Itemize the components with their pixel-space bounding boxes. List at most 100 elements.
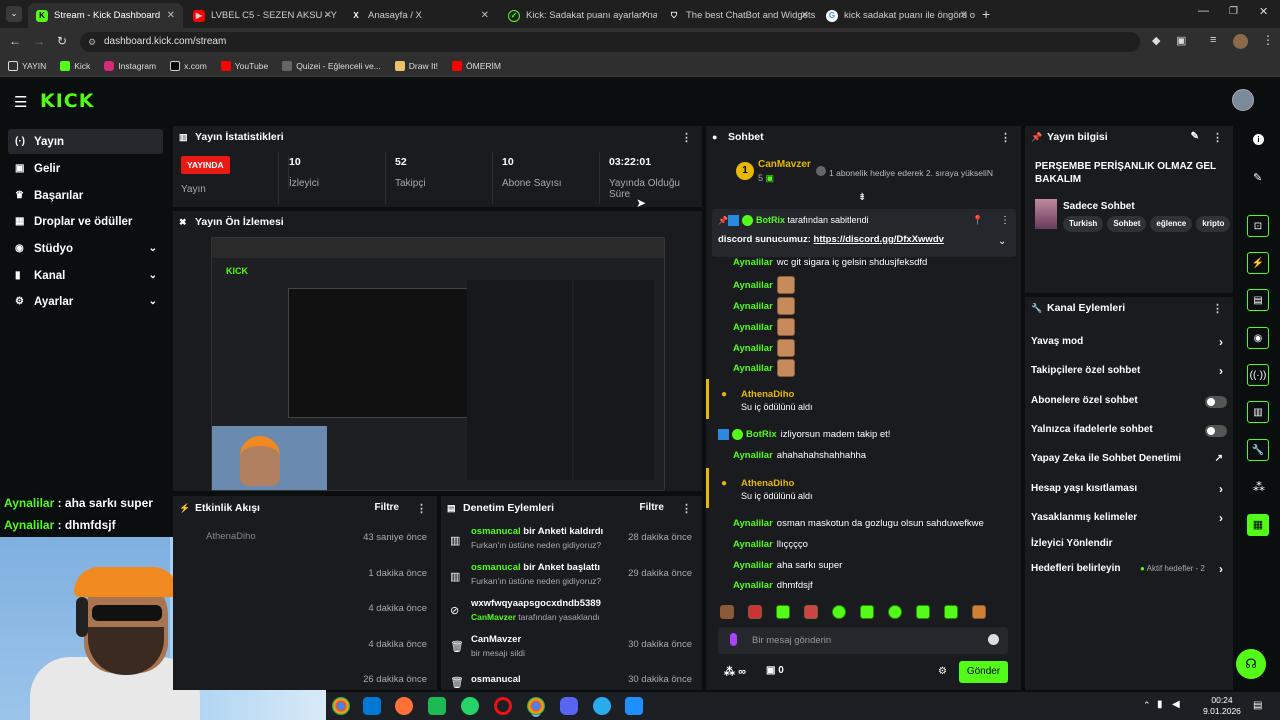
emoji-icon[interactable] xyxy=(988,634,999,645)
firefox-icon[interactable] xyxy=(395,697,413,715)
browser-menu-icon[interactable]: ⋮ xyxy=(1262,33,1274,47)
action-goals[interactable]: Hedefleri belirleyin ● Aktif hedefler - 2… xyxy=(1031,562,1227,576)
more-options-icon[interactable]: ⋮ xyxy=(416,502,427,515)
outlook-icon[interactable] xyxy=(363,697,381,715)
clock[interactable]: 00:24 9.01.2026 xyxy=(1203,695,1241,717)
chat-user[interactable]: Aynalilar xyxy=(718,301,773,312)
tag[interactable]: eğlence xyxy=(1150,216,1193,232)
media-control-icon[interactable]: ≡ xyxy=(1210,34,1216,46)
tray-chevron-icon[interactable]: ⌃ xyxy=(1143,700,1151,711)
user-avatar[interactable] xyxy=(1232,89,1254,111)
subs-only-toggle[interactable] xyxy=(1205,396,1227,408)
site-info-icon[interactable]: ⚙ xyxy=(88,32,96,52)
bookmark-drawit[interactable]: Draw It! xyxy=(394,61,438,71)
chat-user[interactable]: BotRix xyxy=(746,429,777,440)
tab-search-button[interactable]: ⌄ xyxy=(6,6,22,22)
close-tab-icon[interactable]: ✕ xyxy=(960,10,968,21)
restore-icon[interactable]: ❐ xyxy=(1229,6,1238,17)
chat-input[interactable]: Bir mesaj gönderin xyxy=(718,627,1008,654)
sidebar-item-basarilar[interactable]: ♛ Başarılar xyxy=(8,183,163,208)
sidebar-item-yayin[interactable]: (·) Yayın xyxy=(8,129,163,154)
bookmark-omerim[interactable]: ÖMERİM xyxy=(452,61,501,71)
more-options-icon[interactable]: ⋮ xyxy=(1212,302,1223,315)
more-options-icon[interactable]: ⋮ xyxy=(681,502,692,515)
points-icon[interactable]: ⁂ xyxy=(1253,480,1265,494)
close-tab-icon[interactable]: ✕ xyxy=(481,10,489,21)
whatsapp-icon[interactable] xyxy=(461,697,479,715)
more-options-icon[interactable]: ⋮ xyxy=(681,131,692,144)
reward-user[interactable]: AthenaDiho xyxy=(741,478,794,489)
telegram-icon[interactable] xyxy=(593,697,611,715)
edit-icon[interactable]: ✎ xyxy=(1253,171,1262,184)
chat-settings-icon[interactable]: ⚙ xyxy=(938,666,947,677)
send-button[interactable]: Gönder xyxy=(959,661,1008,683)
emote-icon[interactable] xyxy=(916,605,930,619)
broadcast-icon[interactable]: ((·)) xyxy=(1247,364,1269,386)
chevron-down-icon[interactable]: ⌄ xyxy=(998,236,1006,247)
add-widget-button[interactable]: ▦ xyxy=(1247,514,1269,536)
sidebar-item-gelir[interactable]: ▣ Gelir xyxy=(8,156,163,181)
action-ai-moderation[interactable]: Yapay Zeka ile Sohbet Denetimi ↗ xyxy=(1031,453,1227,464)
pinned-link[interactable]: https://discord.gg/DfxXwwdv xyxy=(814,234,944,245)
sidebar-item-kanal[interactable]: ▮ Kanal ⌄ xyxy=(8,263,163,288)
notification-icon[interactable]: ▤ xyxy=(1253,700,1262,711)
kick-logo[interactable]: KICK xyxy=(40,90,94,112)
chat-user[interactable]: Aynalilar xyxy=(718,450,773,461)
chat-bubble-icon[interactable]: ◉ xyxy=(1247,327,1269,349)
emote-icon[interactable] xyxy=(944,605,958,619)
action-slow-mode[interactable]: Yavaş mod › xyxy=(1031,335,1227,349)
collapse-icon[interactable]: ⇟ xyxy=(858,192,866,203)
filter-button[interactable]: Filtre xyxy=(375,502,399,513)
emote-icon[interactable] xyxy=(972,605,986,619)
layers-icon[interactable]: ▥ xyxy=(1247,401,1269,423)
tab-google[interactable]: Gkick sadakat puanı ile öngörü o ✕ xyxy=(818,3,976,28)
extensions-puzzle-icon[interactable]: ▣ xyxy=(1176,34,1186,47)
document-icon[interactable]: ▤ xyxy=(1247,289,1269,311)
close-tab-icon[interactable]: ✕ xyxy=(167,10,175,21)
more-options-icon[interactable]: ⋮ xyxy=(1000,131,1011,144)
support-button[interactable]: ☊ xyxy=(1236,649,1266,679)
chrome-active-icon[interactable] xyxy=(527,697,545,715)
sidebar-item-ayarlar[interactable]: ⚙ Ayarlar ⌄ xyxy=(8,289,163,314)
bookmark-x[interactable]: x.com xyxy=(170,61,207,71)
app-blue-icon[interactable] xyxy=(625,697,643,715)
minimize-icon[interactable]: — xyxy=(1198,5,1209,17)
sidebar-item-studyo[interactable]: ◉ Stüdyo ⌄ xyxy=(8,236,163,261)
bookmark-yayin[interactable]: YAYIN xyxy=(8,61,46,71)
new-tab-button[interactable]: + xyxy=(982,6,990,22)
close-tab-icon[interactable]: ✕ xyxy=(801,10,809,21)
chrome-icon[interactable] xyxy=(332,697,350,715)
clip-icon[interactable]: ⊡ xyxy=(1247,215,1269,237)
chat-user[interactable]: Aynalilar xyxy=(718,518,773,529)
channel-points[interactable]: ⁂ ∞ xyxy=(724,665,746,678)
close-tab-icon[interactable]: ✕ xyxy=(324,10,332,21)
chat-user[interactable]: Aynalilar xyxy=(718,539,773,550)
bookmark-instagram[interactable]: Instagram xyxy=(104,61,156,71)
edit-icon[interactable]: ✎ xyxy=(1191,131,1199,142)
chat-user[interactable]: Aynalilar xyxy=(718,257,773,268)
tab-x[interactable]: X Anasayfa / X ✕ xyxy=(342,3,497,28)
emote-icon[interactable] xyxy=(776,605,790,619)
gift-counter[interactable]: ▣ 0 xyxy=(766,665,784,676)
action-followers-only[interactable]: Takipçilere özel sohbet › xyxy=(1031,364,1227,378)
tag[interactable]: kripto xyxy=(1196,216,1231,232)
chat-user[interactable]: Aynalilar xyxy=(718,363,773,374)
emote-icon[interactable] xyxy=(748,605,762,619)
tab-kick-dashboard[interactable]: K Stream - Kick Dashboard ✕ xyxy=(28,3,183,28)
tab-chatbot[interactable]: ⛉ The best ChatBot and Widgets ✕ xyxy=(660,3,817,28)
category-name[interactable]: Sadece Sohbet xyxy=(1063,201,1135,212)
emote-icon[interactable] xyxy=(860,605,874,619)
chat-user[interactable]: Aynalilar xyxy=(718,343,773,354)
tag[interactable]: Sohbet xyxy=(1107,216,1147,232)
action-banned-words[interactable]: Yasaklanmış kelimeler › xyxy=(1031,511,1227,525)
speaker-tray-icon[interactable]: ◀ xyxy=(1172,699,1180,710)
tab-kick-help[interactable]: ✓ Kick: Sadakat puanı ayarları nas ✕ xyxy=(500,3,657,28)
bookmark-quizei[interactable]: Quizei - Eğlenceli ve... xyxy=(282,61,381,71)
bookmark-youtube[interactable]: YouTube xyxy=(220,61,268,71)
profile-avatar[interactable] xyxy=(1233,34,1248,49)
opera-icon[interactable] xyxy=(494,697,512,715)
action-raid[interactable]: İzleyici Yönlendir xyxy=(1031,538,1227,549)
address-bar[interactable]: ⚙ dashboard.kick.com/stream xyxy=(80,32,1140,52)
app-green-icon[interactable] xyxy=(428,697,446,715)
hamburger-menu-icon[interactable]: ☰ xyxy=(14,93,27,111)
